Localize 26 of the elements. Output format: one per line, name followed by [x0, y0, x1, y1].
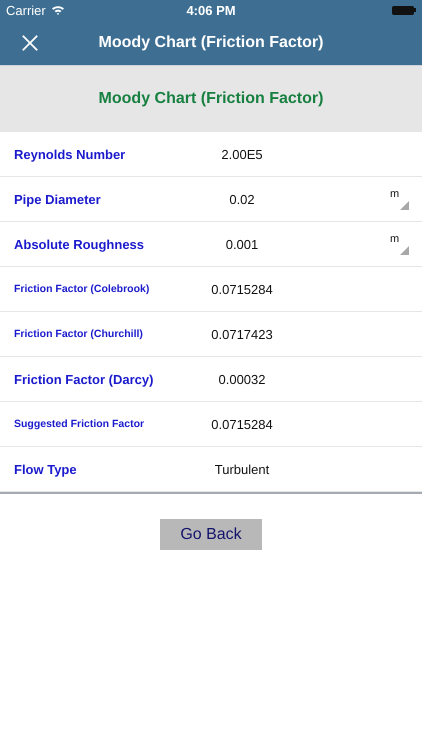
carrier-label: Carrier [6, 2, 46, 18]
status-time: 4:06 PM [186, 2, 236, 18]
nav-title: Moody Chart (Friction Factor) [98, 34, 324, 52]
field-value[interactable]: 0.02 [229, 192, 255, 206]
go-back-button[interactable]: Go Back [160, 519, 262, 550]
field-value: 0.0715284 [211, 416, 273, 432]
field-label: Friction Factor (Churchill) [14, 328, 144, 340]
field-label: Absolute Roughness [14, 236, 146, 252]
field-label: Flow Type [14, 462, 78, 476]
field-value: 0.0717423 [211, 326, 273, 342]
wifi-icon [50, 5, 65, 15]
field-label: Reynolds Number [14, 146, 126, 162]
unit-dropdown[interactable]: m [389, 233, 409, 255]
field-label: Friction Factor (Colebrook) [14, 283, 150, 295]
field-label: Pipe Diameter [14, 192, 102, 206]
field-label: Suggested Friction Factor [14, 418, 146, 430]
page-title: Moody Chart (Friction Factor) [98, 90, 324, 108]
field-label: Friction Factor (Darcy) [14, 372, 154, 386]
field-value[interactable]: 0.001 [226, 236, 258, 252]
field-value: 0.0715284 [211, 282, 273, 296]
field-value[interactable]: 0.00032 [218, 372, 266, 386]
field-value[interactable]: 2.00E5 [221, 146, 263, 162]
close-icon[interactable] [21, 34, 39, 52]
battery-icon [392, 6, 416, 14]
unit-dropdown[interactable]: m [389, 188, 409, 210]
field-value[interactable]: Turbulent [214, 462, 270, 476]
